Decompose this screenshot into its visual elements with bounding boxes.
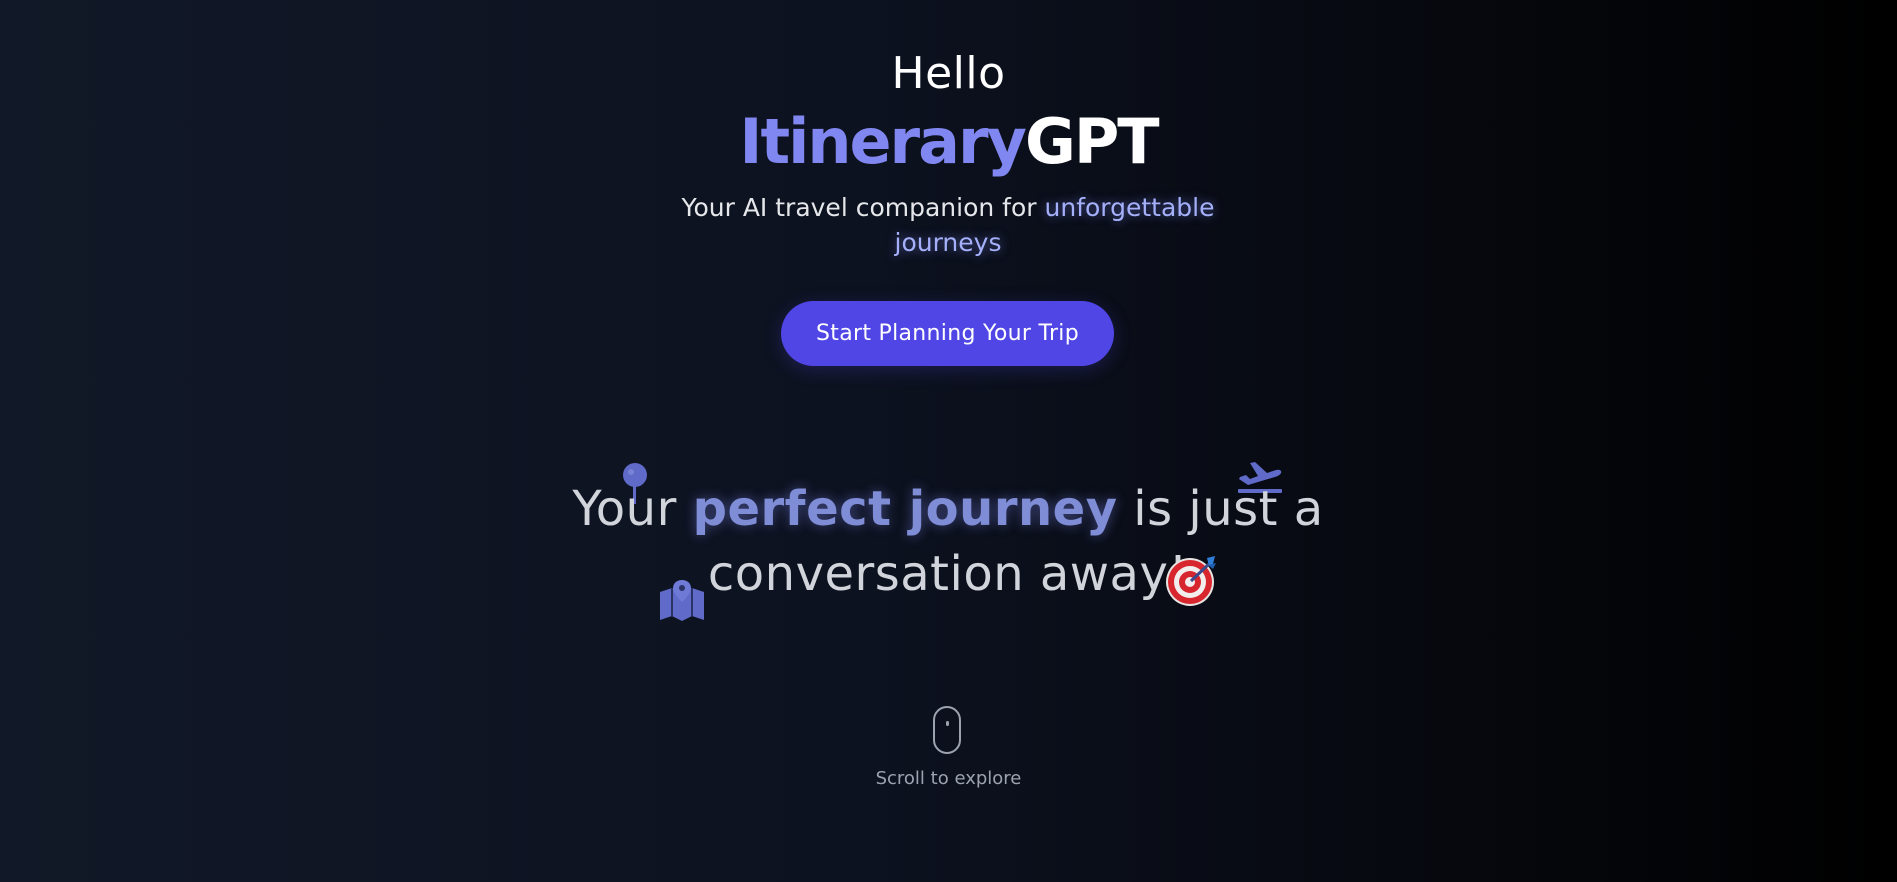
tagline: Your AI travel companion for unforgettab… [673, 190, 1223, 260]
mouse-icon [933, 706, 961, 754]
start-planning-button[interactable]: Start Planning Your Trip [781, 301, 1114, 366]
headline-highlight: perfect journey [692, 481, 1118, 537]
brand-accent: Itinerary [739, 105, 1027, 178]
brand-plain: GPT [1024, 105, 1160, 178]
greeting-text: Hello [891, 48, 1006, 99]
scroll-to-explore-label[interactable]: Scroll to explore [0, 768, 1897, 789]
mouse-wheel-dot [946, 721, 949, 726]
tagline-text: Your AI travel companion for [681, 193, 1045, 222]
target-icon [1166, 556, 1216, 606]
brand-title: ItineraryGPT [0, 102, 1897, 182]
map-icon [660, 580, 704, 621]
headline-text-start: Your [572, 481, 693, 537]
